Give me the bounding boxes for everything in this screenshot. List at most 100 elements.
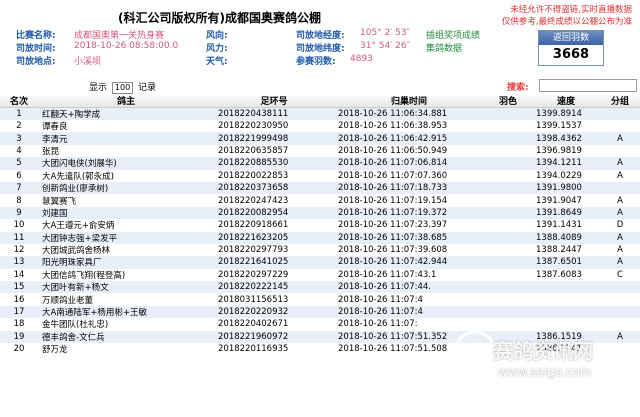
cell-ring-number: 2018220297229 (214, 268, 334, 282)
cell-speed (532, 305, 600, 319)
table-row[interactable]: 14 大团信鸽飞翔(程登高) 2018220297229 2018-10-26 11:… (0, 268, 640, 282)
table-row[interactable]: 7 创新鸽业(廖承树) 2018220373658 2018-10-26 11:07:… (0, 181, 640, 195)
table-row[interactable]: 2 谭春良 2018220230950 2018-10-26 11:06:38.953… (0, 120, 640, 133)
cell-ring-number: 2018220918661 (214, 219, 334, 232)
table-row[interactable]: 19 德丰鸽舍-文仁兵 2018221960972 2018-10-26 11:07:… (0, 330, 640, 344)
table-row[interactable]: 3 李清元 2018221999498 2018-10-26 11:06:42.915… (0, 132, 640, 145)
search-input[interactable] (539, 79, 637, 92)
table-row[interactable]: 18 金牛团队(杜礼忠) 2018220402671 2018-10-26 11:07… (0, 318, 640, 331)
cell-group (600, 281, 640, 294)
cell-ring-number: 2018220230950 (214, 120, 334, 133)
cell-group (600, 318, 640, 331)
col-owner-header[interactable]: 鸽主 (38, 94, 214, 108)
cell-feather-color (484, 206, 532, 220)
table-row[interactable]: 16 万顺鸽业老董 2018031156513 2018-10-26 11:07:4 (0, 293, 640, 306)
cell-feather-color (484, 120, 532, 133)
longitude-label: 司放地经度: (296, 31, 345, 41)
table-row[interactable]: 17 大A南通陆军+杨用彬+王敏 2018220220932 2018-10-26 1… (0, 305, 640, 319)
page-title: (科汇公司版权所有)成都国奥赛鸽公棚 (118, 11, 321, 25)
table-row[interactable]: 5 大团闪电侠(刘展华) 2018220885530 2018-10-26 11:07… (0, 157, 640, 170)
cell-feather-color (484, 231, 532, 244)
cell-rank: 7 (0, 181, 38, 195)
cell-speed (532, 318, 600, 331)
cell-rank: 4 (0, 144, 38, 158)
cell-arrival-time: 2018-10-26 11:07:23.397 (334, 219, 484, 232)
cell-group (600, 343, 640, 356)
cell-ring-number: 2018221999498 (214, 132, 334, 145)
entry-count-label: 参赛羽数: (296, 57, 336, 67)
table-row[interactable]: 10 大A王遵元+俞安炳 2018220918661 2018-10-26 11:07… (0, 219, 640, 232)
table-row[interactable]: 8 慧翼赛飞 2018220247423 2018-10-26 11:07:19.15… (0, 194, 640, 207)
cell-speed: 1391.1431 (532, 219, 600, 232)
release-place-label: 司放地点: (16, 57, 56, 67)
page-size-select[interactable]: 100 (111, 82, 134, 94)
cell-feather-color (484, 318, 532, 331)
cell-owner: 大团城武鸽舍杨林 (38, 243, 214, 257)
cell-owner: 创新鸽业(廖承树) (38, 181, 214, 195)
cell-ring-number: 2018220402671 (214, 318, 334, 331)
cell-rank: 13 (0, 256, 38, 269)
cell-speed: 1386.1519 (532, 330, 600, 344)
table-row[interactable]: 12 大团城武鸽舍杨林 2018220297793 2018-10-26 11:07:… (0, 243, 640, 257)
table-row[interactable]: 4 张昆 2018220635857 2018-10-26 11:06:50.949 1… (0, 144, 640, 158)
col-time-header[interactable]: 归巢时间 (334, 94, 484, 108)
notice-line-1: 未经允许不得盗链,实时直播数据 (510, 5, 632, 15)
cell-rank: 3 (0, 132, 38, 145)
table-row[interactable]: 9 刘建国 2018220082954 2018-10-26 11:07:19.372… (0, 206, 640, 220)
cell-owner: 大A王遵元+俞安炳 (38, 219, 214, 232)
cell-arrival-time: 2018-10-26 11:06:38.953 (334, 120, 484, 133)
table-row[interactable]: 13 阳光明珠家具厂 2018221641025 2018-10-26 11:07:4… (0, 256, 640, 269)
table-row[interactable]: 20 舒万龙 2018220116935 2018-10-26 11:07:51.50… (0, 343, 640, 356)
col-speed-header[interactable]: 速度 (532, 94, 600, 108)
collection-data-link[interactable]: 集鸽数据 (426, 41, 462, 54)
cell-rank: 8 (0, 194, 38, 207)
longitude-value: 105° 2′ 53″ (360, 28, 410, 38)
cell-rank: 10 (0, 219, 38, 232)
cell-rank: 14 (0, 268, 38, 282)
info-row-1: 比赛名称: 成都国奥第一关热身赛 风向: 司放地经度: 105° 2′ 53″ … (0, 28, 520, 41)
table-controls: 显示 100 记录 搜索: (0, 79, 640, 94)
cell-arrival-time: 2018-10-26 11:07:43.1 (334, 268, 484, 282)
cell-speed: 1396.9819 (532, 144, 600, 158)
cell-ring-number: 2018220297793 (214, 243, 334, 257)
cell-feather-color (484, 281, 532, 294)
col-group-header[interactable]: 分组 (600, 94, 640, 108)
col-ring-header[interactable]: 足环号 (214, 94, 334, 108)
notice-line-2: 仅供参考,最终成绩以公棚公布为准 (501, 17, 632, 27)
cell-speed (532, 293, 600, 306)
cell-speed: 1386.1241 (532, 343, 600, 356)
group-awards-link[interactable]: 插组奖项成绩 (426, 28, 480, 41)
cell-feather-color (484, 144, 532, 158)
cell-ring-number: 2018221960972 (214, 330, 334, 344)
table-row[interactable]: 1 红翻天+陶学成 2018220438111 2018-10-26 11:06:34… (0, 107, 640, 120)
cell-ring-number: 2018220635857 (214, 144, 334, 158)
cell-speed: 1387.6501 (532, 256, 600, 269)
table-row[interactable]: 15 大团叶有新+杨文 2018220222145 2018-10-26 11:07:… (0, 281, 640, 294)
cell-feather-color (484, 256, 532, 269)
col-color-header[interactable]: 羽色 (484, 94, 532, 108)
cell-feather-color (484, 268, 532, 282)
table-row[interactable]: 6 大A先遣队(郭永成) 2018220022853 2018-10-26 11:07… (0, 169, 640, 182)
cell-owner: 大A先遣队(郭永成) (38, 169, 214, 182)
cell-group (600, 305, 640, 319)
cell-rank: 17 (0, 305, 38, 319)
cell-speed (532, 281, 600, 294)
cell-feather-color (484, 293, 532, 306)
cell-arrival-time: 2018-10-26 11:07:4 (334, 305, 484, 319)
cell-arrival-time: 2018-10-26 11:06:34.881 (334, 107, 484, 120)
cell-ring-number: 2018221623205 (214, 231, 334, 244)
cell-rank: 19 (0, 330, 38, 344)
cell-group: A (600, 330, 640, 344)
release-time-label: 司放时间: (16, 44, 56, 54)
cell-rank: 16 (0, 293, 38, 306)
records-label: 记录 (138, 83, 157, 93)
cell-speed: 1391.9800 (532, 181, 600, 195)
cell-speed: 1388.2447 (532, 243, 600, 257)
table-row[interactable]: 11 大团钟志强+梁发平 2018221623205 2018-10-26 11:07… (0, 231, 640, 244)
cell-ring-number: 2018220222145 (214, 281, 334, 294)
cell-ring-number: 2018220438111 (214, 107, 334, 120)
release-time-value: 2018-10-26 08:58:00.0 (74, 41, 179, 51)
cell-speed: 1399.8914 (532, 107, 600, 120)
cell-rank: 11 (0, 231, 38, 244)
col-rank-header[interactable]: 名次 (0, 94, 38, 108)
